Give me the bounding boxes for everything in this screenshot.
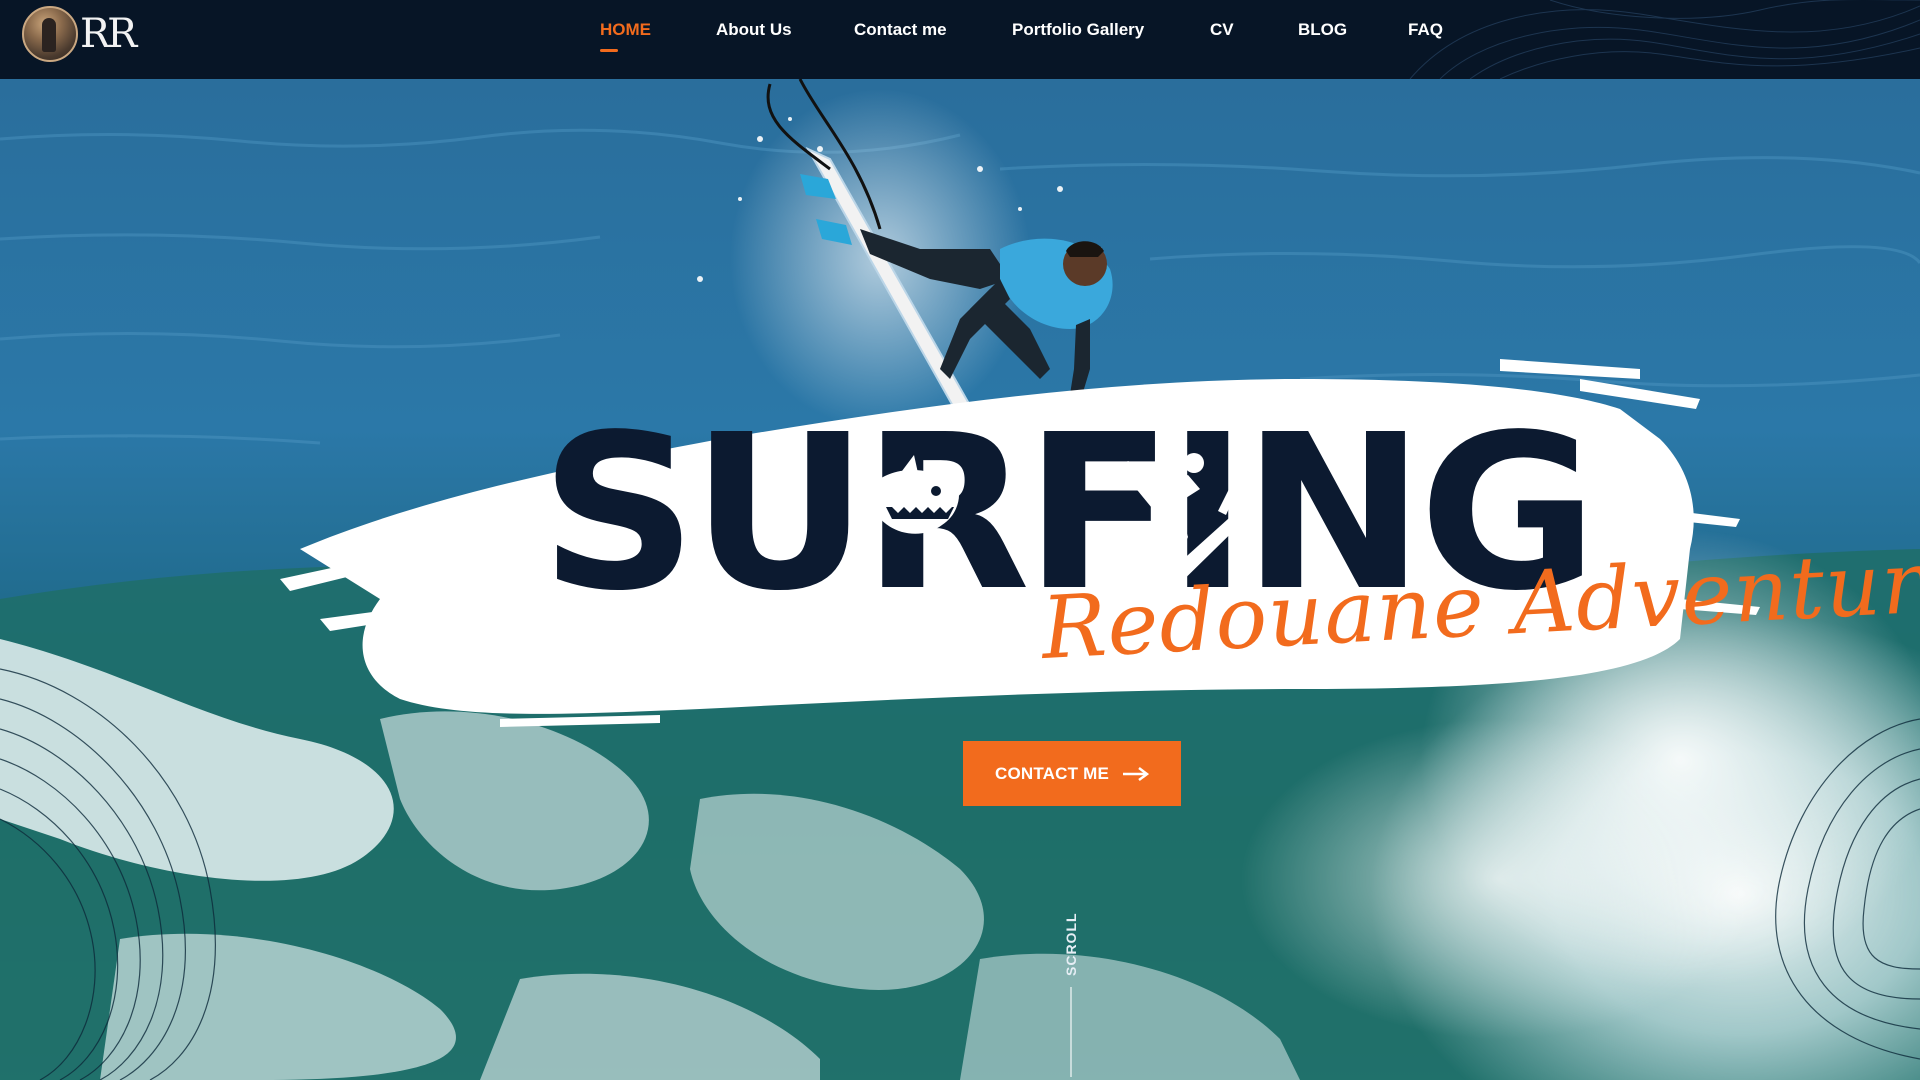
nav-blog[interactable]: BLOG bbox=[1298, 20, 1347, 50]
nav-contact-me-label: Contact me bbox=[854, 20, 947, 39]
scroll-label: SCROLL bbox=[1063, 912, 1079, 976]
contact-me-button-label: CONTACT ME bbox=[994, 763, 1110, 783]
scroll-line bbox=[1070, 987, 1072, 1077]
nav-portfolio-gallery-label: Portfolio Gallery bbox=[1012, 20, 1145, 39]
nav-faq[interactable]: FAQ bbox=[1408, 20, 1443, 50]
contact-me-button[interactable]: CONTACT ME bbox=[963, 741, 1181, 806]
scroll-indicator[interactable]: SCROLL bbox=[1056, 909, 1086, 1079]
nav-cv-label: CV bbox=[1210, 20, 1234, 39]
nav-about-us-label: About Us bbox=[716, 20, 792, 39]
main-navigation: HOME About Us Contact me Portfolio Galle… bbox=[0, 0, 1920, 79]
nav-faq-label: FAQ bbox=[1408, 20, 1443, 39]
nav-about-us[interactable]: About Us bbox=[716, 20, 792, 50]
topo-contour-left-decoration bbox=[0, 668, 216, 1080]
nav-contact-me[interactable]: Contact me bbox=[854, 20, 947, 50]
nav-home[interactable]: HOME bbox=[600, 20, 651, 52]
top-navbar: RR HOME About Us Contact me Portfolio Ga… bbox=[0, 0, 1920, 79]
nav-portfolio-gallery[interactable]: Portfolio Gallery bbox=[1012, 20, 1144, 50]
arrow-right-icon bbox=[1123, 766, 1150, 781]
nav-cv[interactable]: CV bbox=[1210, 20, 1234, 50]
topo-contour-right-decoration bbox=[1775, 718, 1920, 1060]
nav-blog-label: BLOG bbox=[1298, 20, 1348, 39]
hero-section: SURFING Redouane Adventure CONTACT ME SC… bbox=[0, 79, 1920, 1080]
nav-active-indicator bbox=[600, 49, 618, 52]
shark-icon bbox=[872, 455, 960, 534]
nav-home-label: HOME bbox=[600, 20, 651, 39]
